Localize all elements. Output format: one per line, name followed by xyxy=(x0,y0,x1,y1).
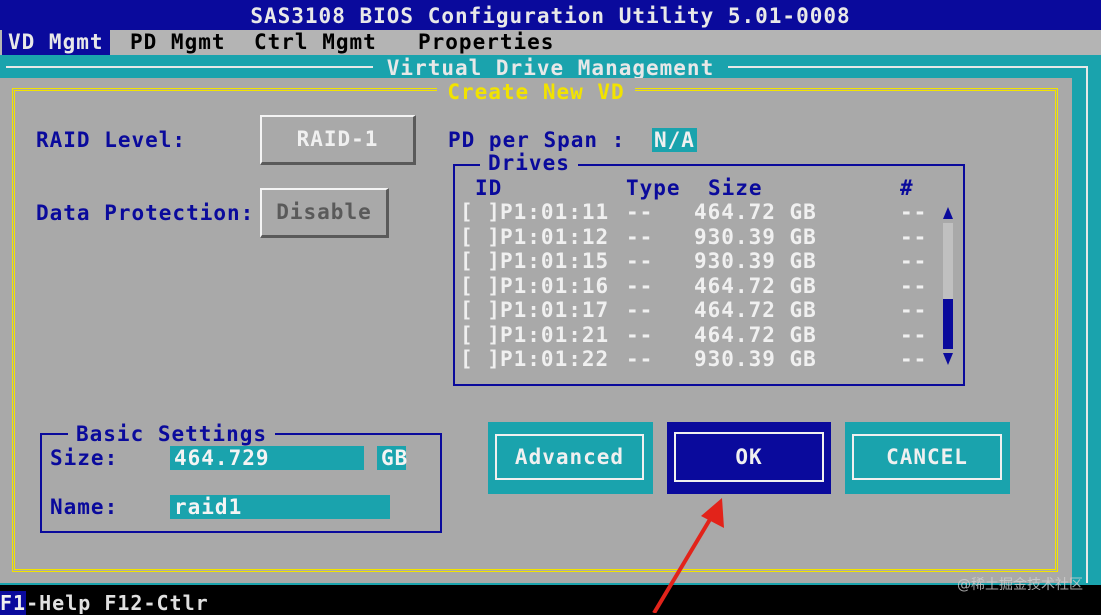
drive-type: -- xyxy=(626,298,654,322)
drive-id: P1:01:22 xyxy=(500,347,610,371)
drive-checkbox[interactable]: [ ] xyxy=(460,200,501,224)
drive-size: 930.39 GB xyxy=(694,347,817,371)
drive-checkbox[interactable]: [ ] xyxy=(460,323,501,347)
cancel-button-label: CANCEL xyxy=(852,434,1002,480)
scrollbar-graphic xyxy=(943,207,953,365)
name-label: Name: xyxy=(50,495,119,519)
raid-level-select[interactable]: RAID-1 xyxy=(260,115,416,165)
drive-count: -- xyxy=(900,224,928,249)
dialog-title-text: Create New VD xyxy=(437,80,635,104)
header-type: Type xyxy=(626,176,681,200)
cancel-button[interactable]: CANCEL xyxy=(845,422,1010,494)
panel-title-text: Virtual Drive Management xyxy=(372,56,729,80)
drive-count: -- xyxy=(900,249,928,273)
scroll-down-icon[interactable] xyxy=(943,353,953,365)
drive-id: P1:01:12 xyxy=(500,224,610,249)
drive-checkbox[interactable]: [ ] xyxy=(460,298,501,322)
header-id: ID xyxy=(475,176,503,200)
drive-size: 930.39 GB xyxy=(694,249,817,273)
drive-row[interactable]: [ ] P1:01:11 -- 464.72 GB -- xyxy=(460,200,934,224)
ok-button[interactable]: OK xyxy=(667,422,831,494)
drives-group-title: Drives xyxy=(480,151,578,175)
drive-size: 464.72 GB xyxy=(694,322,817,347)
drives-list: [ ] P1:01:11 -- 464.72 GB -- [ ] P1:01:1… xyxy=(460,200,934,372)
watermark: @稀土掘金技术社区 xyxy=(957,577,1083,593)
drive-id: P1:01:11 xyxy=(500,200,610,224)
drive-count: -- xyxy=(900,347,928,371)
drive-size: 464.72 GB xyxy=(694,273,817,298)
drive-count: -- xyxy=(900,273,928,298)
drive-type: -- xyxy=(626,347,654,371)
menu-properties[interactable]: Properties xyxy=(412,30,560,55)
advanced-button-label: Advanced xyxy=(495,434,644,480)
help-hotkey[interactable]: F1 xyxy=(0,591,27,615)
drive-row[interactable]: [ ] P1:01:21 -- 464.72 GB -- xyxy=(460,323,934,347)
pd-per-span-value[interactable]: N/A xyxy=(652,128,697,152)
drive-id: P1:01:17 xyxy=(500,298,610,322)
drive-id: P1:01:15 xyxy=(500,249,610,273)
size-unit: GB xyxy=(377,446,407,470)
drive-checkbox[interactable]: [ ] xyxy=(460,249,501,273)
ok-button-label: OK xyxy=(674,432,824,482)
status-hotkeys: -Help F12-Ctlr xyxy=(26,591,209,615)
drive-row[interactable]: [ ] P1:01:15 -- 930.39 GB -- xyxy=(460,249,934,273)
drive-type: -- xyxy=(626,322,654,347)
drive-row[interactable]: [ ] P1:01:12 -- 930.39 GB -- xyxy=(460,225,934,249)
drive-id: P1:01:16 xyxy=(500,273,610,298)
dialog-title: Create New VD xyxy=(0,80,1072,104)
advanced-button[interactable]: Advanced xyxy=(488,422,653,494)
drive-type: -- xyxy=(626,249,654,273)
header-size: Size xyxy=(708,176,763,200)
drive-type: -- xyxy=(626,273,654,298)
status-bar: F1-Help F12-Ctlr xyxy=(0,591,1101,615)
window-title: SAS3108 BIOS Configuration Utility 5.01-… xyxy=(0,0,1101,30)
drive-type: -- xyxy=(626,200,654,224)
data-protection-label: Data Protection: xyxy=(36,201,255,225)
drive-size: 464.72 GB xyxy=(694,298,817,322)
drive-row[interactable]: [ ] P1:01:22 -- 930.39 GB -- xyxy=(460,347,934,371)
data-protection-select[interactable]: Disable xyxy=(260,188,389,238)
drives-header: ID Type Size # xyxy=(460,176,950,200)
size-label: Size: xyxy=(50,446,119,470)
scroll-thumb[interactable] xyxy=(943,299,953,349)
basic-settings-title: Basic Settings xyxy=(68,422,276,446)
menu-bar: VD Mgmt PD Mgmt Ctrl Mgmt Properties xyxy=(0,30,1101,55)
header-count: # xyxy=(900,176,914,200)
scroll-up-icon[interactable] xyxy=(943,207,953,219)
drive-size: 930.39 GB xyxy=(694,224,817,249)
drive-checkbox[interactable]: [ ] xyxy=(460,347,501,371)
menu-ctrl-mgmt[interactable]: Ctrl Mgmt xyxy=(248,30,383,55)
menu-vd-mgmt[interactable]: VD Mgmt xyxy=(2,30,110,55)
drive-count: -- xyxy=(900,200,928,224)
drive-count: -- xyxy=(900,322,928,347)
pd-per-span-label: PD per Span : xyxy=(448,128,626,152)
size-input[interactable]: 464.729 xyxy=(170,446,364,470)
name-input[interactable]: raid1 xyxy=(170,495,390,519)
drive-row[interactable]: [ ] P1:01:17 -- 464.72 GB -- xyxy=(460,298,934,322)
drives-scrollbar[interactable] xyxy=(941,205,955,369)
drive-type: -- xyxy=(626,224,654,249)
raid-level-label: RAID Level: xyxy=(36,128,187,152)
drive-id: P1:01:21 xyxy=(500,322,610,347)
drive-checkbox[interactable]: [ ] xyxy=(460,274,501,298)
menu-pd-mgmt[interactable]: PD Mgmt xyxy=(124,30,232,55)
drive-checkbox[interactable]: [ ] xyxy=(460,225,501,249)
drive-count: -- xyxy=(900,298,928,322)
drive-size: 464.72 GB xyxy=(694,200,817,224)
drive-row[interactable]: [ ] P1:01:16 -- 464.72 GB -- xyxy=(460,274,934,298)
panel-title: Virtual Drive Management xyxy=(0,56,1101,80)
